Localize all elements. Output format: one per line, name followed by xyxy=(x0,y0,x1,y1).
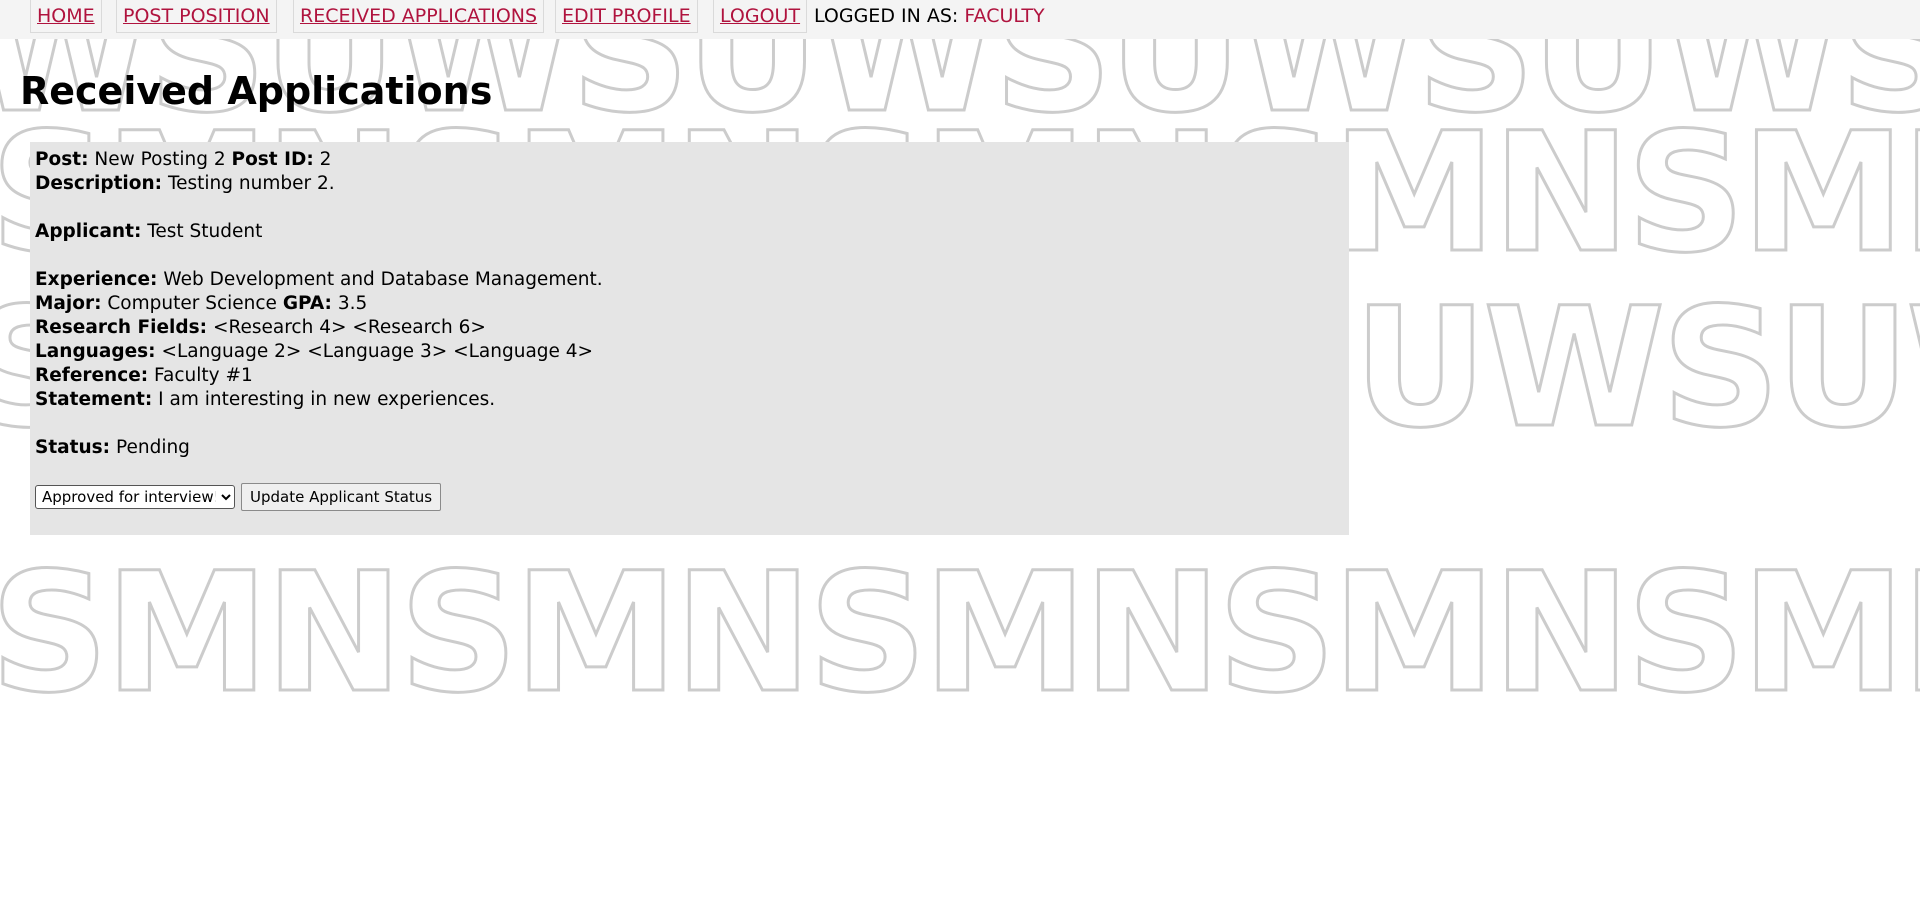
statement-label: Statement: xyxy=(35,389,153,410)
nav-received-applications: RECEIVED APPLICATIONS xyxy=(293,0,545,33)
experience-label: Experience: xyxy=(35,269,158,290)
statement-value: I am interesting in new experiences. xyxy=(158,389,496,410)
experience-value: Web Development and Database Management. xyxy=(163,269,603,290)
status-row: Status: Pending xyxy=(35,436,1349,460)
major-value: Computer Science xyxy=(107,293,277,314)
research-label: Research Fields: xyxy=(35,317,208,338)
description-label: Description: xyxy=(35,173,163,194)
reference-row: Reference: Faculty #1 xyxy=(35,364,1349,388)
research-value: <Research 4> <Research 6> xyxy=(212,317,486,338)
post-label: Post: xyxy=(35,149,89,170)
logged-in-role: FACULTY xyxy=(964,5,1045,27)
research-row: Research Fields: <Research 4> <Research … xyxy=(35,316,1349,340)
experience-row: Experience: Web Development and Database… xyxy=(35,268,1349,292)
reference-label: Reference: xyxy=(35,365,149,386)
applicant-row: Applicant: Test Student xyxy=(35,220,1349,244)
nav-edit-profile-link[interactable]: EDIT PROFILE xyxy=(562,5,691,27)
description-value: Testing number 2. xyxy=(167,173,335,194)
pattern-text-row: SMNSMNSMNSMNSMNSMN xyxy=(0,537,1920,729)
status-controls: Approved for interview! Update Applicant… xyxy=(35,483,442,511)
application-card: Post: New Posting 2 Post ID: 2 Descripti… xyxy=(30,142,1349,535)
post-id-value: 2 xyxy=(319,149,332,170)
nav-logout: LOGOUT xyxy=(713,0,808,33)
languages-row: Languages: <Language 2> <Language 3> <La… xyxy=(35,340,1349,364)
post-row: Post: New Posting 2 Post ID: 2 xyxy=(35,148,1349,172)
gpa-label: GPA: xyxy=(282,293,332,314)
post-value: New Posting 2 xyxy=(94,149,226,170)
languages-value: <Language 2> <Language 3> <Language 4> xyxy=(161,341,594,362)
applicant-label: Applicant: xyxy=(35,221,142,242)
status-value: Pending xyxy=(115,437,190,458)
post-id-label: Post ID: xyxy=(231,149,314,170)
nav-logout-link[interactable]: LOGOUT xyxy=(720,5,800,27)
top-navbar: HOME POST POSITION RECEIVED APPLICATIONS… xyxy=(0,0,1920,39)
nav-home-link[interactable]: HOME xyxy=(37,5,95,27)
languages-label: Languages: xyxy=(35,341,156,362)
nav-received-applications-link[interactable]: RECEIVED APPLICATIONS xyxy=(300,5,537,27)
update-status-button[interactable]: Update Applicant Status xyxy=(241,483,442,511)
applicant-value: Test Student xyxy=(147,221,263,242)
reference-value: Faculty #1 xyxy=(154,365,253,386)
nav-edit-profile: EDIT PROFILE xyxy=(555,0,698,33)
logged-in-label: LOGGED IN AS: xyxy=(814,5,959,27)
status-select[interactable]: Approved for interview! xyxy=(35,485,235,509)
gpa-value: 3.5 xyxy=(337,293,368,314)
major-row: Major: Computer Science GPA: 3.5 xyxy=(35,292,1349,316)
page-title: Received Applications xyxy=(20,69,493,113)
statement-row: Statement: I am interesting in new exper… xyxy=(35,388,1349,412)
nav-home: HOME xyxy=(30,0,102,33)
status-label: Status: xyxy=(35,437,111,458)
nav-post-position-link[interactable]: POST POSITION xyxy=(123,5,270,27)
major-label: Major: xyxy=(35,293,102,314)
description-row: Description: Testing number 2. xyxy=(35,172,1349,196)
logged-in-indicator: LOGGED IN AS: FACULTY xyxy=(814,4,1045,28)
nav-post-position: POST POSITION xyxy=(116,0,277,33)
